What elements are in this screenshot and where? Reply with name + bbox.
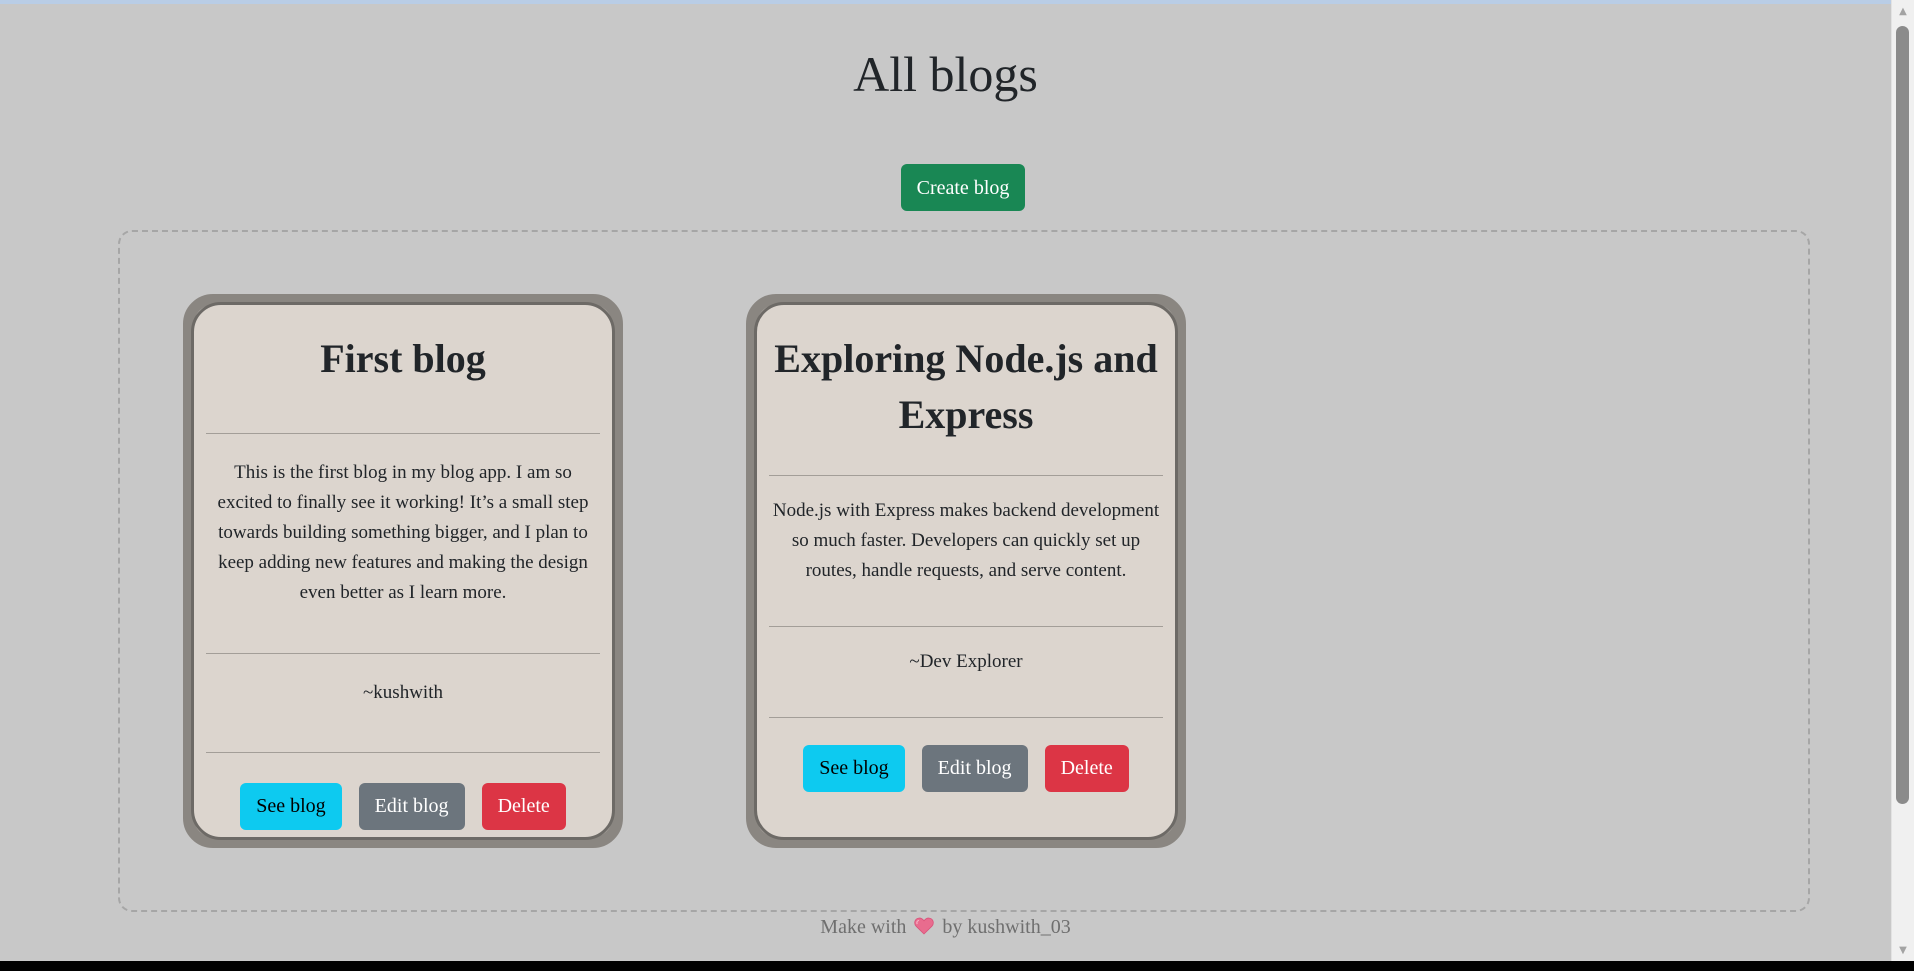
blog-author: ~kushwith [363, 682, 443, 703]
footer-prefix: Make with [820, 916, 907, 938]
blog-card: Exploring Node.js and Express Node.js wi… [746, 294, 1186, 848]
create-blog-button[interactable]: Create blog [901, 164, 1025, 211]
divider [769, 717, 1163, 718]
delete-blog-button[interactable]: Delete [1044, 745, 1129, 792]
page-title: All blogs [853, 46, 1038, 102]
scroll-up-arrow-icon[interactable]: ▲ [1892, 2, 1914, 22]
blog-body: This is the first blog in my blog app. I… [217, 462, 589, 603]
divider [206, 433, 600, 434]
scroll-down-arrow-icon[interactable]: ▼ [1892, 941, 1914, 961]
footer-suffix: by kushwith_03 [942, 916, 1071, 938]
edit-blog-button[interactable]: Edit blog [921, 745, 1028, 792]
see-blog-button[interactable]: See blog [240, 783, 342, 830]
delete-blog-button[interactable]: Delete [481, 783, 566, 830]
divider [769, 475, 1163, 476]
edit-blog-button[interactable]: Edit blog [358, 783, 465, 830]
vertical-scrollbar[interactable]: ▲ ▼ [1891, 0, 1914, 961]
blog-title: Exploring Node.js and Express [774, 336, 1158, 437]
blog-author: ~Dev Explorer [909, 651, 1023, 672]
divider [769, 626, 1163, 627]
scrollbar-thumb[interactable] [1896, 26, 1909, 804]
footer: Make with by kushwith_03 [0, 913, 1891, 941]
blog-actions: See blog Edit blog Delete [769, 745, 1163, 792]
browser-viewport: All blogs Create blog First blog This is… [0, 0, 1891, 961]
blog-actions: See blog Edit blog Delete [206, 783, 600, 830]
see-blog-button[interactable]: See blog [803, 745, 905, 792]
divider [206, 653, 600, 654]
blog-body: Node.js with Express makes backend devel… [772, 500, 1160, 581]
blog-title: First blog [320, 336, 486, 381]
heart-icon [914, 917, 935, 935]
blog-card: First blog This is the first blog in my … [183, 294, 623, 848]
divider [206, 752, 600, 753]
